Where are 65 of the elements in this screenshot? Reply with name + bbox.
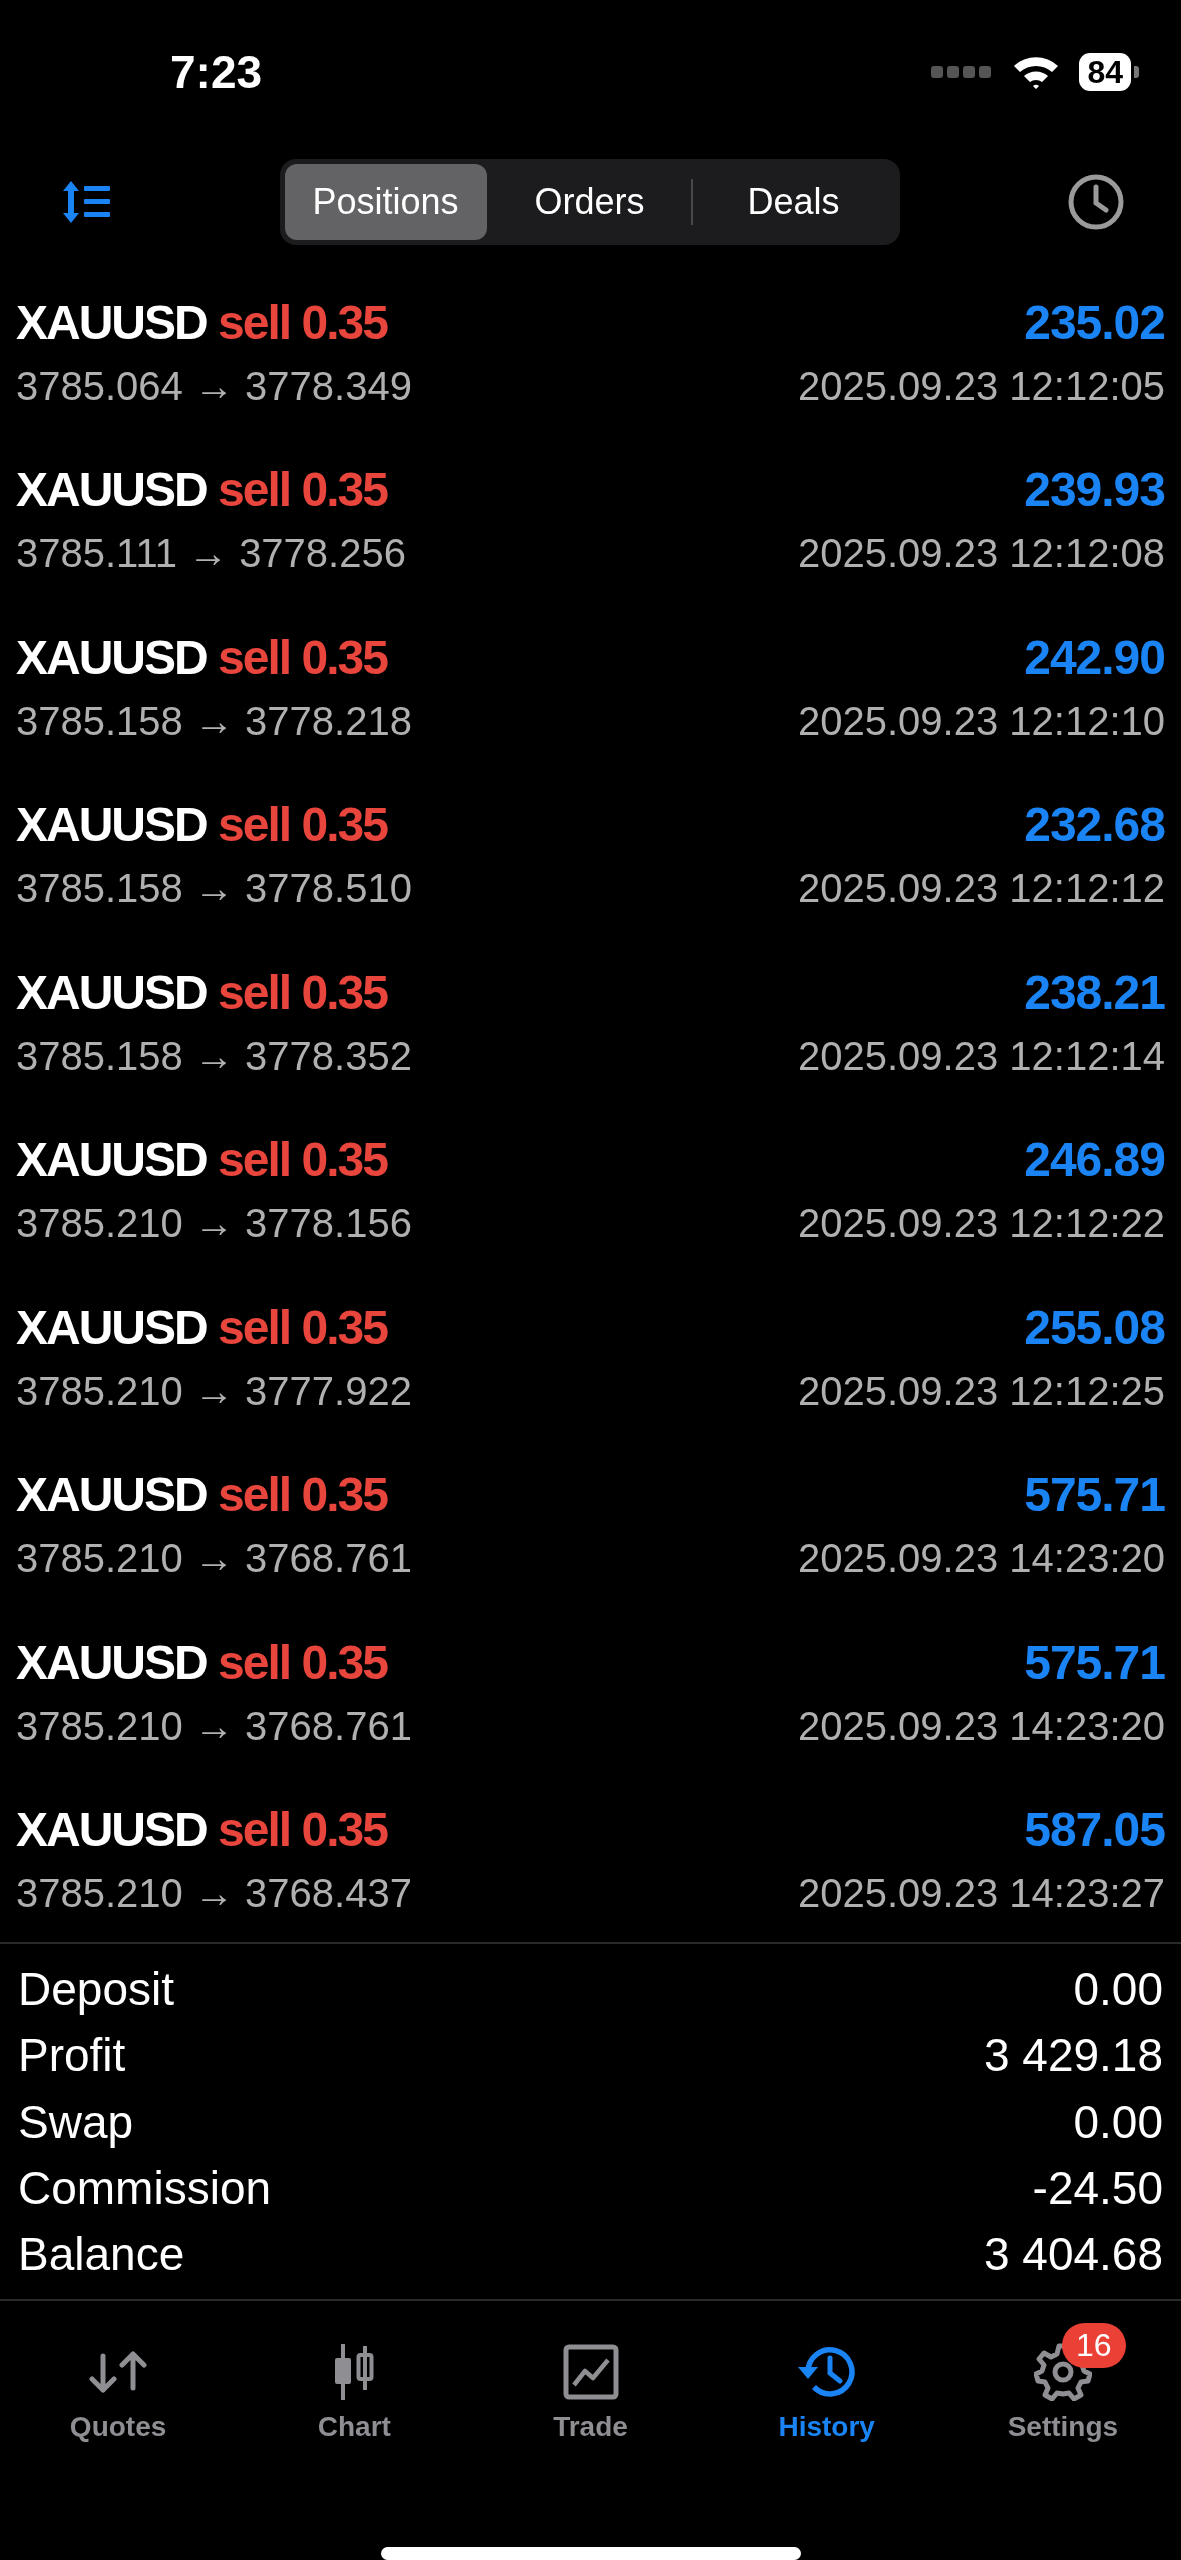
trade-title: XAUUSD sell 0.35: [16, 797, 387, 853]
summary-label: Deposit: [18, 1962, 174, 2017]
summary-value: -24.50: [1032, 2160, 1163, 2215]
segment-tab[interactable]: Deals: [692, 164, 895, 241]
summary-value: 3 429.18: [983, 2028, 1163, 2083]
nav-tab[interactable]: Chart: [236, 2301, 473, 2475]
trade-profit: 587.05: [1024, 1802, 1165, 1858]
trade-title: XAUUSD sell 0.35: [16, 1634, 387, 1690]
trade-prices: 3785.158 → 3778.352: [16, 1033, 412, 1079]
trade-profit: 238.21: [1024, 964, 1165, 1020]
trade-title: XAUUSD sell 0.35: [16, 1467, 387, 1523]
trade-profit: 242.90: [1024, 629, 1165, 685]
trade-title: XAUUSD sell 0.35: [16, 1802, 387, 1858]
summary-label: Swap: [18, 2094, 134, 2149]
nav-tab[interactable]: 16 Settings: [944, 2301, 1181, 2475]
trade-title: XAUUSD sell 0.35: [16, 964, 387, 1020]
trade-profit: 239.93: [1024, 462, 1165, 518]
trade-time: 2025.09.23 12:12:05: [798, 363, 1165, 409]
trade-prices: 3785.210 → 3768.761: [16, 1703, 412, 1749]
status-time: 7:23: [170, 45, 263, 100]
clock-icon[interactable]: [1067, 173, 1125, 232]
summary-value: 3 404.68: [983, 2227, 1163, 2282]
trade-time: 2025.09.23 12:12:14: [798, 1033, 1165, 1079]
notification-badge: 16: [1061, 2323, 1126, 2369]
nav-tab[interactable]: Trade: [472, 2301, 709, 2475]
trade-prices: 3785.064 → 3778.349: [16, 363, 412, 409]
trade-title: XAUUSD sell 0.35: [16, 294, 387, 350]
summary-value: 0.00: [1073, 2094, 1163, 2149]
trade-title: XAUUSD sell 0.35: [16, 462, 387, 518]
trade-prices: 3785.111 → 3778.256: [16, 531, 406, 577]
summary-label: Balance: [18, 2227, 185, 2282]
trade-time: 2025.09.23 14:23:20: [798, 1536, 1165, 1582]
trade-profit: 232.68: [1024, 797, 1165, 853]
trade-profit: 255.08: [1024, 1299, 1165, 1355]
trade-profit: 575.71: [1024, 1467, 1165, 1523]
summary-label: Profit: [18, 2028, 126, 2083]
trade-time: 2025.09.23 14:23:20: [798, 1703, 1165, 1749]
trade-title: XAUUSD sell 0.35: [16, 1132, 387, 1188]
trade-time: 2025.09.23 12:12:22: [798, 1201, 1165, 1247]
trade-time: 2025.09.23 12:12:08: [798, 531, 1165, 577]
line-chart-icon: [562, 2344, 619, 2401]
trade-time: 2025.09.23 12:12:12: [798, 866, 1165, 912]
candlestick-icon: [332, 2344, 377, 2401]
trade-time: 2025.09.23 12:12:10: [798, 698, 1165, 744]
trade-profit: 235.02: [1024, 294, 1165, 350]
trade-prices: 3785.210 → 3778.156: [16, 1201, 412, 1247]
trade-profit: 575.71: [1024, 1634, 1165, 1690]
segment-tab[interactable]: Orders: [488, 164, 691, 241]
trade-title: XAUUSD sell 0.35: [16, 1299, 387, 1355]
summary-label: Commission: [18, 2160, 272, 2215]
trade-profit: 246.89: [1024, 1132, 1165, 1188]
trade-prices: 3785.210 → 3768.761: [16, 1536, 412, 1582]
nav-tab[interactable]: Quotes: [0, 2301, 237, 2475]
trade-time: 2025.09.23 14:23:27: [798, 1871, 1165, 1917]
trade-title: XAUUSD sell 0.35: [16, 629, 387, 685]
trade-prices: 3785.158 → 3778.510: [16, 866, 412, 912]
segment-tab[interactable]: Positions: [284, 164, 487, 241]
battery-indicator: 84: [1079, 53, 1139, 92]
trade-prices: 3785.158 → 3778.218: [16, 698, 412, 744]
signal-icon: [931, 65, 994, 80]
trade-prices: 3785.210 → 3768.437: [16, 1871, 412, 1917]
trade-time: 2025.09.23 12:12:25: [798, 1368, 1165, 1414]
nav-tab[interactable]: History: [708, 2301, 945, 2475]
summary-value: 0.00: [1073, 1962, 1163, 2017]
trade-prices: 3785.210 → 3777.922: [16, 1368, 412, 1414]
